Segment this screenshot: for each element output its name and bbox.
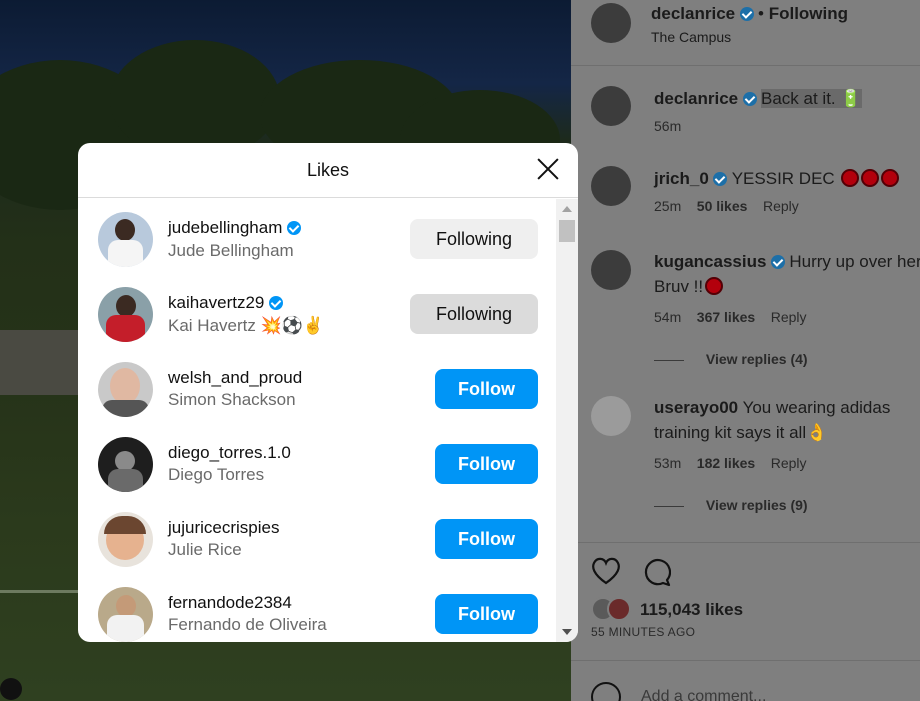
likes-count[interactable]: 115,043 likes xyxy=(640,600,743,620)
list-item: diego_torres.1.0 Diego Torres Follow xyxy=(98,434,538,494)
post-side-panel: declanrice • Following The Campus declan… xyxy=(571,0,920,701)
avatar[interactable] xyxy=(98,511,153,567)
author-avatar[interactable] xyxy=(591,3,631,43)
follow-status[interactable]: Following xyxy=(769,4,848,23)
username[interactable]: kaihavertz29 xyxy=(168,293,264,312)
comment-text: Hurry up over here xyxy=(789,252,920,271)
field-line xyxy=(0,590,80,593)
scroll-thumb[interactable] xyxy=(559,220,575,242)
commenter-avatar[interactable] xyxy=(591,396,631,436)
comment-icon[interactable] xyxy=(641,557,672,592)
like-icon[interactable] xyxy=(591,557,621,590)
list-item: kaihavertz29 Kai Havertz 💥⚽✌️ Following xyxy=(98,284,538,344)
avatar[interactable] xyxy=(98,286,153,342)
caption-text: Back at it. 🔋 xyxy=(761,89,862,108)
caption-time: 56m xyxy=(654,118,682,134)
commenter-avatar[interactable] xyxy=(591,250,631,290)
verified-icon xyxy=(713,172,728,186)
follow-button[interactable]: Follow xyxy=(435,444,538,484)
comment-text: You wearing adidas xyxy=(742,398,891,417)
reply-button[interactable]: Reply xyxy=(771,455,807,471)
follow-button[interactable]: Follow xyxy=(435,594,538,634)
comment-text-line2: training kit says it all👌 xyxy=(654,423,828,442)
verified-icon xyxy=(770,255,785,269)
verified-icon xyxy=(742,92,757,106)
avatar[interactable] xyxy=(98,586,153,642)
commenter-avatar[interactable] xyxy=(591,166,631,206)
list-item: judebellingham Jude Bellingham Following xyxy=(98,209,538,269)
reply-button[interactable]: Reply xyxy=(763,198,799,214)
modal-title: Likes xyxy=(306,159,350,180)
close-icon[interactable] xyxy=(536,157,560,181)
list-item: fernandode2384 Fernando de Oliveira Foll… xyxy=(98,584,538,642)
author-username[interactable]: declanrice xyxy=(651,4,735,23)
comment-likes[interactable]: 50 likes xyxy=(697,198,748,214)
scrollbar[interactable] xyxy=(556,199,578,642)
comment-username[interactable]: kugancassius xyxy=(654,252,766,271)
comment-text-line2: Bruv !! xyxy=(654,277,704,296)
comment-item: jrich_0 YESSIR DEC 25m 50 likes Reply xyxy=(591,166,900,219)
following-button[interactable]: Following xyxy=(410,219,538,259)
scroll-up-arrow-icon[interactable] xyxy=(562,206,572,212)
wall-shape xyxy=(0,330,80,395)
follow-button[interactable]: Follow xyxy=(435,369,538,409)
avatar[interactable] xyxy=(98,361,153,417)
comment-username[interactable]: userayo00 xyxy=(654,398,738,417)
likes-modal: Likes judebellingham Jude Bellingham Fol… xyxy=(78,143,578,642)
post-time: 55 MINUTES AGO xyxy=(591,625,696,639)
list-item: jujuricecrispies Julie Rice Follow xyxy=(98,509,538,569)
liked-by-avatars xyxy=(591,597,635,623)
post-header: declanrice • Following The Campus xyxy=(591,3,848,48)
tree-shape xyxy=(110,40,280,160)
username[interactable]: judebellingham xyxy=(168,218,282,237)
comment-time: 53m xyxy=(654,455,682,471)
caption-row: declanrice Back at it. 🔋 56m xyxy=(591,86,862,139)
red-circle-emoji-icon xyxy=(841,169,860,187)
emoji-icon[interactable] xyxy=(591,682,621,701)
red-circle-emoji-icon xyxy=(705,277,724,295)
verified-icon xyxy=(739,7,754,21)
verified-icon xyxy=(268,295,283,310)
comment-item: userayo00 You wearing adidas training ki… xyxy=(591,396,890,517)
view-replies-button[interactable]: View replies (4) xyxy=(706,351,808,367)
avatar[interactable] xyxy=(98,436,153,492)
view-replies-button[interactable]: View replies (9) xyxy=(706,497,808,513)
modal-header: Likes xyxy=(78,143,578,198)
comment-username[interactable]: jrich_0 xyxy=(654,169,709,188)
red-circle-emoji-icon xyxy=(881,169,900,187)
comment-likes[interactable]: 367 likes xyxy=(697,309,755,325)
post-location[interactable]: The Campus xyxy=(651,26,848,48)
comment-time: 25m xyxy=(654,198,682,214)
add-comment-input[interactable]: Add a comment... xyxy=(641,688,766,701)
reply-button[interactable]: Reply xyxy=(771,309,807,325)
tag-icon[interactable] xyxy=(0,678,22,700)
red-circle-emoji-icon xyxy=(861,169,880,187)
avatar[interactable] xyxy=(98,211,153,267)
comment-time: 54m xyxy=(654,309,682,325)
verified-icon xyxy=(286,220,301,235)
follow-button[interactable]: Follow xyxy=(435,519,538,559)
caption-username[interactable]: declanrice xyxy=(654,89,738,108)
caption-avatar[interactable] xyxy=(591,86,631,126)
following-button[interactable]: Following xyxy=(410,294,538,334)
scroll-down-arrow-icon[interactable] xyxy=(562,629,572,635)
comment-item: kugancassius Hurry up over here Bruv !! … xyxy=(591,250,920,371)
likes-list[interactable]: judebellingham Jude Bellingham Following… xyxy=(78,199,556,642)
comment-likes[interactable]: 182 likes xyxy=(697,455,755,471)
comment-text: YESSIR DEC xyxy=(731,169,835,188)
list-item: welsh_and_proud Simon Shackson Follow xyxy=(98,359,538,419)
